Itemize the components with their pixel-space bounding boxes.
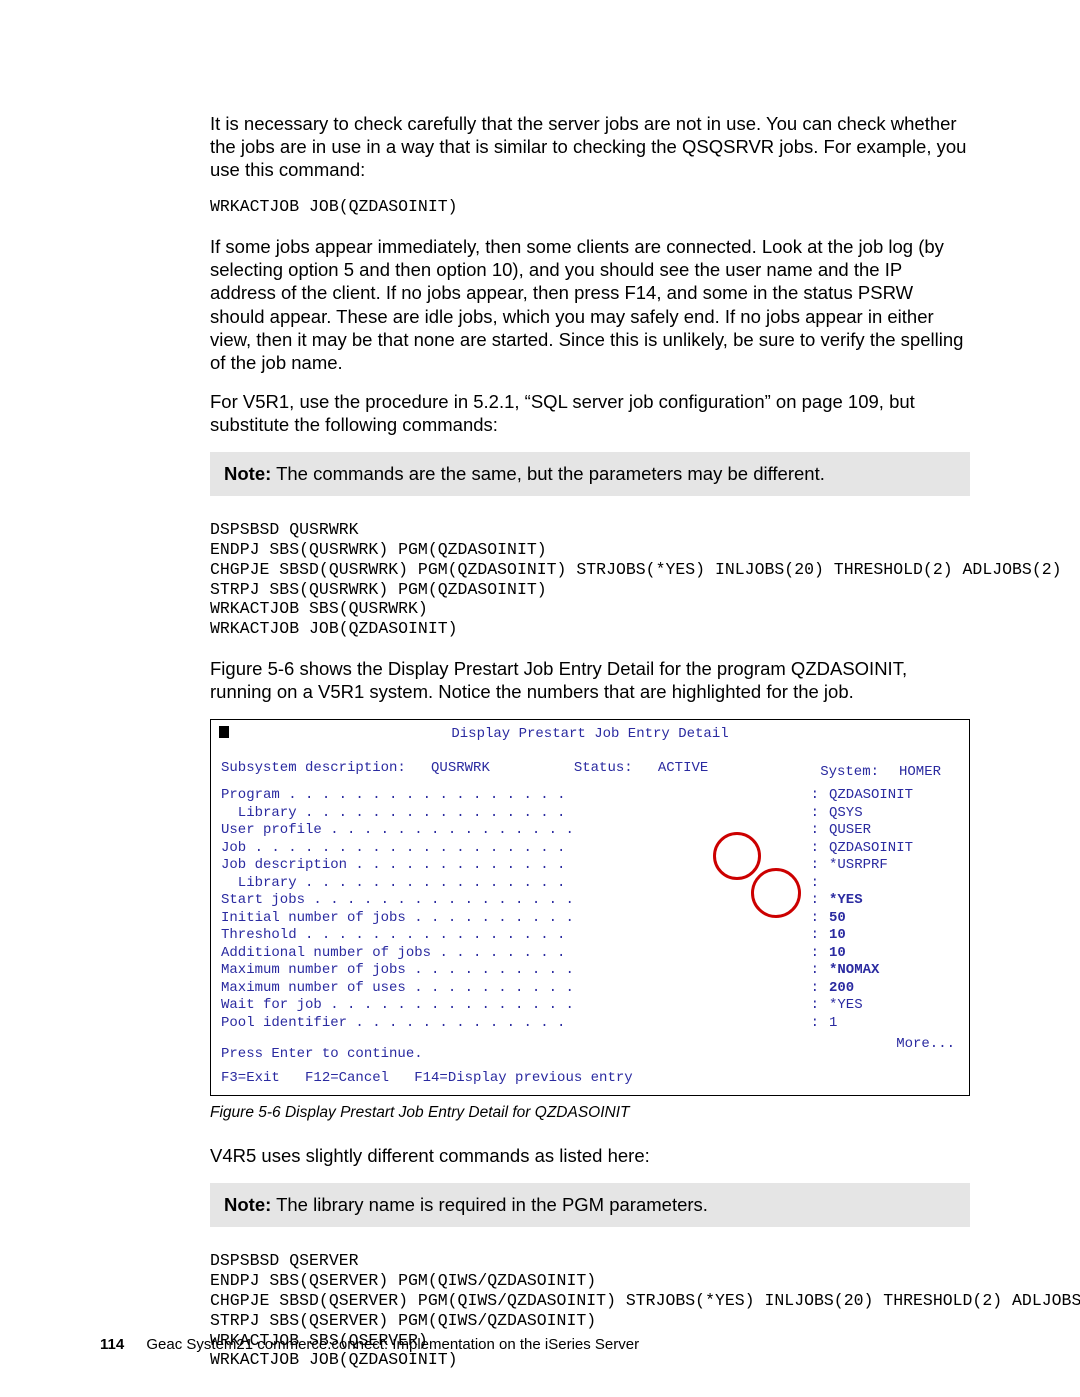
page: It is necessary to check carefully that … <box>0 0 1080 1397</box>
detail-colon: : <box>807 910 829 928</box>
detail-colon: : <box>807 892 829 910</box>
detail-colon: : <box>807 1015 829 1033</box>
terminal-detail-row: Additional number of jobs . . . . . . . … <box>221 945 959 963</box>
note-text: The library name is required in the PGM … <box>271 1194 708 1215</box>
code-block: WRKACTJOB JOB(QZDASOINIT) <box>210 197 970 217</box>
detail-dots: . . . . . . . . . . <box>414 962 806 980</box>
detail-colon: : <box>807 927 829 945</box>
detail-label: Job <box>221 840 255 858</box>
terminal-detail-row: Maximum number of jobs . . . . . . . . .… <box>221 962 959 980</box>
terminal-detail-row: User profile . . . . . . . . . . . . . .… <box>221 822 959 840</box>
detail-dots: . . . . . . . . . . . . . . . . <box>305 875 807 893</box>
detail-label: Pool identifier <box>221 1015 355 1033</box>
detail-value: QUSER <box>829 822 959 840</box>
detail-value: *YES <box>829 892 959 910</box>
detail-colon: : <box>807 857 829 875</box>
press-enter-line: Press Enter to continue. <box>221 1046 959 1064</box>
detail-dots: . . . . . . . . . . . . . . . . <box>305 805 807 823</box>
detail-colon: : <box>807 997 829 1015</box>
detail-value: *USRPRF <box>829 857 959 875</box>
detail-label: Library <box>221 805 305 823</box>
detail-dots: . . . . . . . . . . . . . . . . . <box>288 787 806 805</box>
terminal-detail-row: Library . . . . . . . . . . . . . . . . … <box>221 805 959 823</box>
page-footer: 114 Geac System21 commerce.connect: Impl… <box>100 1336 639 1353</box>
detail-label: Maximum number of jobs <box>221 962 414 980</box>
detail-colon: : <box>807 875 829 893</box>
detail-value: 10 <box>829 945 959 963</box>
book-title: Geac System21 commerce.connect: Implemen… <box>146 1336 639 1353</box>
detail-value: QSYS <box>829 805 959 823</box>
detail-dots: . . . . . . . . . . . . . . . <box>330 997 806 1015</box>
page-number: 114 <box>100 1336 124 1353</box>
terminal-detail-row: Initial number of jobs . . . . . . . . .… <box>221 910 959 928</box>
detail-value: 1 <box>829 1015 959 1033</box>
detail-value: *NOMAX <box>829 962 959 980</box>
detail-label: Job description <box>221 857 355 875</box>
terminal-detail-row: Pool identifier . . . . . . . . . . . . … <box>221 1015 959 1033</box>
detail-value: 200 <box>829 980 959 998</box>
terminal-detail-row: Wait for job . . . . . . . . . . . . . .… <box>221 997 959 1015</box>
terminal-detail-row: Job . . . . . . . . . . . . . . . . . . … <box>221 840 959 858</box>
function-keys-line: F3=Exit F12=Cancel F14=Display previous … <box>221 1070 959 1088</box>
terminal-detail-row: Threshold . . . . . . . . . . . . . . . … <box>221 927 959 945</box>
terminal-title: Display Prestart Job Entry Detail <box>221 726 959 744</box>
terminal-detail-row: Program . . . . . . . . . . . . . . . . … <box>221 787 959 805</box>
note-text: The commands are the same, but the param… <box>271 463 825 484</box>
detail-colon: : <box>807 980 829 998</box>
subsystem-row: Subsystem description: QUSRWRK Status: A… <box>221 760 959 778</box>
paragraph: Figure 5-6 shows the Display Prestart Jo… <box>210 657 970 703</box>
detail-dots: . . . . . . . . . . <box>414 910 806 928</box>
paragraph: If some jobs appear immediately, then so… <box>210 235 970 374</box>
detail-dots: . . . . . . . . <box>439 945 806 963</box>
detail-value: QZDASOINIT <box>829 787 959 805</box>
detail-dots: . . . . . . . . . . . . . . . <box>330 822 806 840</box>
detail-dots: . . . . . . . . . . . . . <box>355 1015 806 1033</box>
note-label: Note: <box>224 1194 271 1215</box>
detail-colon: : <box>807 822 829 840</box>
detail-label: Maximum number of uses <box>221 980 414 998</box>
detail-dots: . . . . . . . . . . . . . . . . <box>305 927 807 945</box>
detail-colon: : <box>807 840 829 858</box>
terminal-detail-row: Maximum number of uses . . . . . . . . .… <box>221 980 959 998</box>
detail-colon: : <box>807 962 829 980</box>
detail-label: Start jobs <box>221 892 313 910</box>
detail-value: 10 <box>829 927 959 945</box>
detail-dots: . . . . . . . . . . <box>414 980 806 998</box>
code-block: DSPSBSD QUSRWRK ENDPJ SBS(QUSRWRK) PGM(Q… <box>210 520 970 639</box>
terminal-detail-row: Library . . . . . . . . . . . . . . . . … <box>221 875 959 893</box>
detail-dots: . . . . . . . . . . . . . . . . . . . <box>255 840 807 858</box>
detail-label: Program <box>221 787 288 805</box>
detail-colon: : <box>807 787 829 805</box>
detail-colon: : <box>807 805 829 823</box>
detail-value: 50 <box>829 910 959 928</box>
detail-label: Wait for job <box>221 997 330 1015</box>
detail-value <box>829 875 959 893</box>
paragraph: It is necessary to check carefully that … <box>210 112 970 181</box>
detail-label: Additional number of jobs <box>221 945 439 963</box>
detail-colon: : <box>807 945 829 963</box>
terminal-detail-row: Start jobs . . . . . . . . . . . . . . .… <box>221 892 959 910</box>
detail-label: User profile <box>221 822 330 840</box>
detail-label: Initial number of jobs <box>221 910 414 928</box>
detail-label: Threshold <box>221 927 305 945</box>
note-label: Note: <box>224 463 271 484</box>
terminal-screenshot: Display Prestart Job Entry Detail System… <box>210 719 970 1096</box>
paragraph: For V5R1, use the procedure in 5.2.1, “S… <box>210 390 970 436</box>
detail-dots: . . . . . . . . . . . . . . . . <box>313 892 806 910</box>
note-box: Note: The commands are the same, but the… <box>210 452 970 496</box>
paragraph: V4R5 uses slightly different commands as… <box>210 1144 970 1167</box>
detail-value: *YES <box>829 997 959 1015</box>
figure-caption: Figure 5-6 Display Prestart Job Entry De… <box>210 1104 970 1122</box>
note-box: Note: The library name is required in th… <box>210 1183 970 1227</box>
terminal-detail-row: Job description . . . . . . . . . . . . … <box>221 857 959 875</box>
detail-dots: . . . . . . . . . . . . . <box>355 857 806 875</box>
detail-label: Library <box>221 875 305 893</box>
detail-value: QZDASOINIT <box>829 840 959 858</box>
